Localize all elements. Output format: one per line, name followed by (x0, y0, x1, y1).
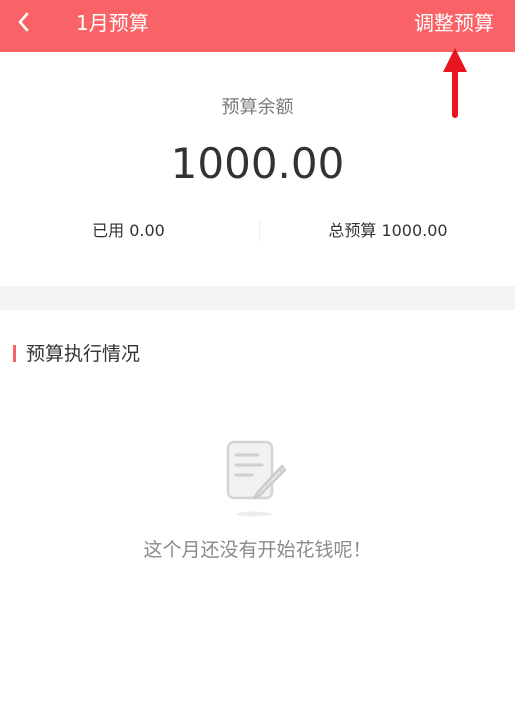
section-separator (0, 286, 515, 310)
red-up-arrow-icon (443, 48, 467, 118)
page-title: 1月预算 (76, 11, 149, 35)
top-bar: 1月预算 调整预算 (0, 0, 515, 52)
section-title: 预算执行情况 (26, 343, 141, 365)
summary-divider (259, 219, 260, 241)
balance-label: 预算余额 (221, 97, 294, 118)
adjust-budget-button[interactable]: 调整预算 (414, 11, 494, 35)
used-amount: 已用 0.00 (92, 221, 165, 240)
balance-value: 1000.00 (170, 139, 345, 188)
empty-state-message: 这个月还没有开始花钱呢！ (143, 539, 372, 561)
chevron-left-icon (18, 12, 29, 32)
back-button[interactable] (8, 6, 40, 38)
total-budget: 总预算 1000.00 (328, 221, 448, 240)
section-accent-bar (13, 345, 16, 362)
execution-section-header: 预算执行情况 (0, 340, 515, 370)
note-edit-icon (226, 440, 287, 517)
budget-summary-card: 预算余额 1000.00 已用 0.00 总预算 1000.00 (0, 52, 515, 286)
